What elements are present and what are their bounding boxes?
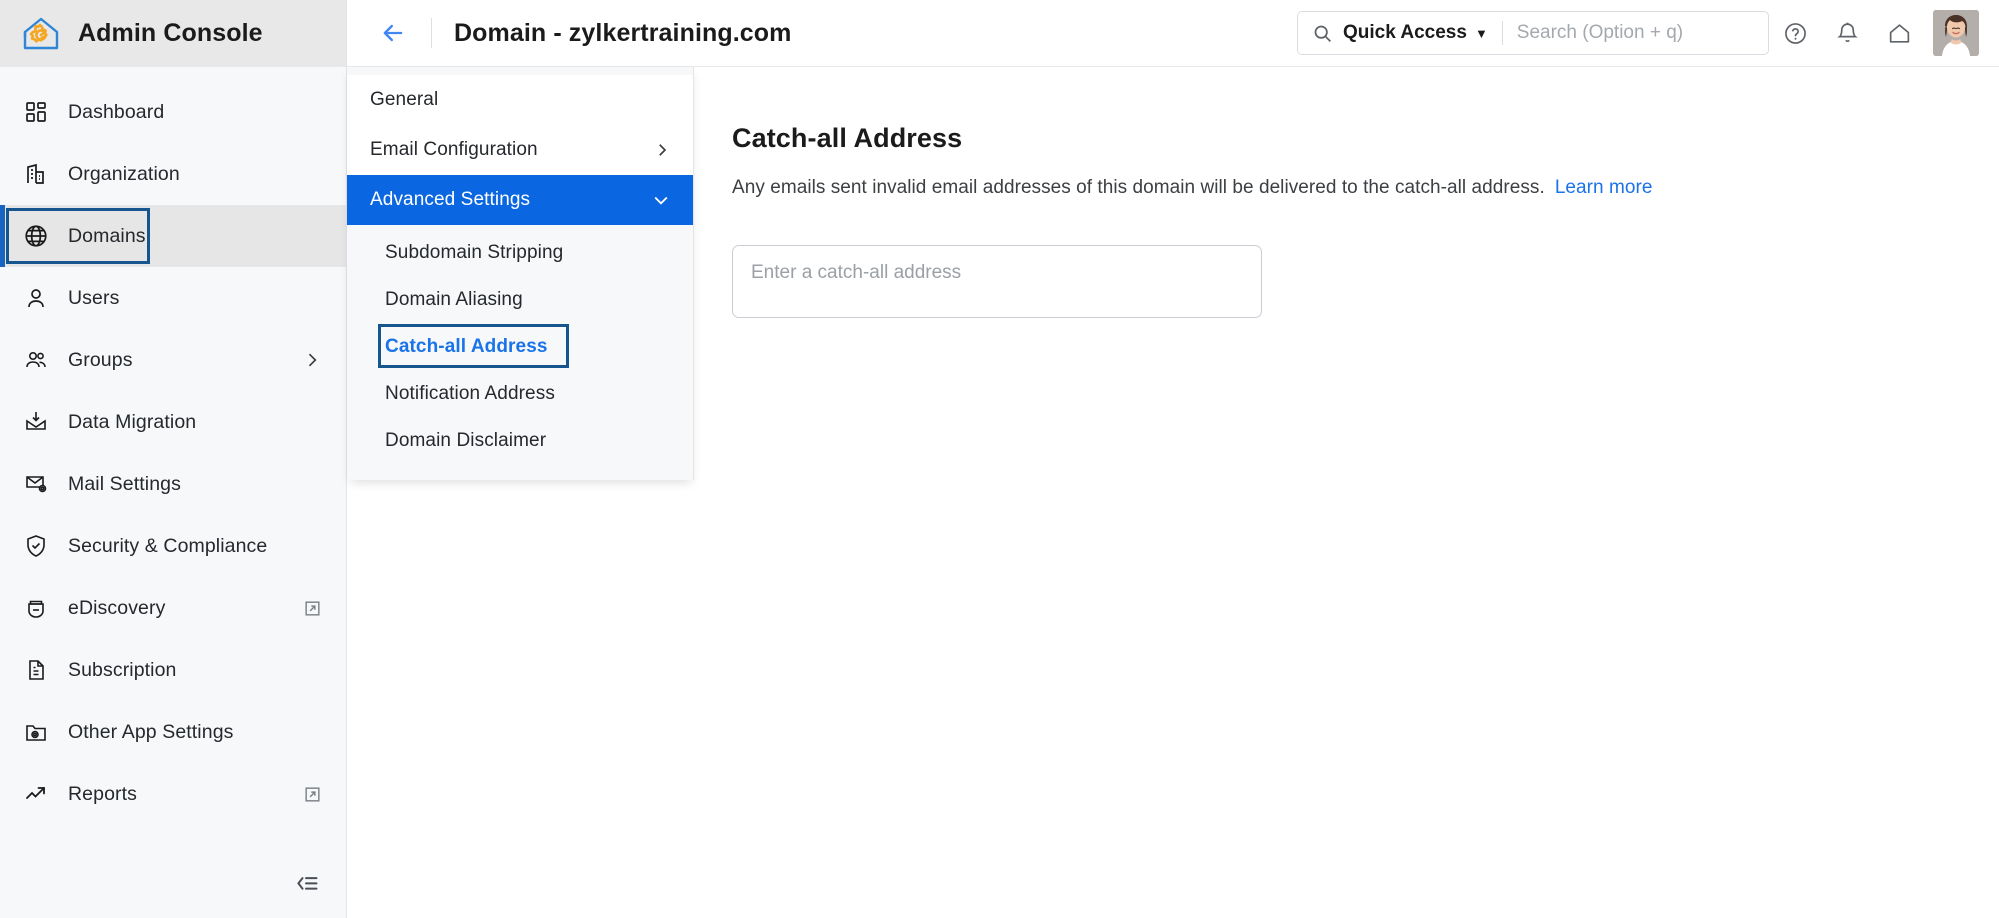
top-bar: Domain - zylkertraining.com Quick Access… <box>347 0 1999 67</box>
quick-access-label: Quick Access <box>1343 22 1467 43</box>
dashboard-grid-icon <box>22 98 50 126</box>
sidebar-item-users[interactable]: Users <box>0 267 346 329</box>
quick-access-dropdown[interactable]: Quick Access ▼ <box>1343 22 1488 44</box>
external-link-icon <box>303 785 322 804</box>
house-gear-logo-icon <box>20 13 62 55</box>
submenu-child-label: Notification Address <box>385 382 555 404</box>
sidebar-nav: Dashboard Organization Domains Users Gro… <box>0 67 346 850</box>
folder-gear-icon <box>22 718 50 746</box>
submenu-child-label: Domain Aliasing <box>385 288 523 310</box>
submenu-child-notification-address[interactable]: Notification Address <box>347 370 693 417</box>
building-icon <box>22 160 50 188</box>
sidebar-item-mail-settings[interactable]: Mail Settings <box>0 453 346 515</box>
search-icon <box>1312 23 1333 44</box>
inbox-download-icon <box>22 408 50 436</box>
submenu-item-label: General <box>370 89 439 110</box>
submenu-item-label: Advanced Settings <box>370 189 531 210</box>
submenu-child-domain-disclaimer[interactable]: Domain Disclaimer <box>347 417 693 464</box>
back-arrow-icon[interactable] <box>373 13 413 53</box>
sidebar-item-security-compliance[interactable]: Security & Compliance <box>0 515 346 577</box>
submenu-item-email-configuration[interactable]: Email Configuration <box>347 125 693 175</box>
sidebar-item-label: Dashboard <box>68 100 165 123</box>
mail-gear-icon <box>22 470 50 498</box>
sidebar-collapse-row <box>0 850 346 918</box>
submenu-child-catch-all-address[interactable]: Catch-all Address <box>347 323 693 370</box>
sidebar-item-dashboard[interactable]: Dashboard <box>0 81 346 143</box>
submenu-item-general[interactable]: General <box>347 75 693 125</box>
chevron-down-icon <box>651 190 671 210</box>
sidebar-item-domains[interactable]: Domains <box>0 205 346 267</box>
shield-check-icon <box>22 532 50 560</box>
external-link-icon <box>303 599 322 618</box>
section-heading: Catch-all Address <box>732 123 963 153</box>
sidebar-item-label: Users <box>68 286 120 309</box>
home-icon[interactable] <box>1873 7 1925 59</box>
admin-console-app: Admin Console Dashboard Organization Dom… <box>0 0 1999 918</box>
trend-arrow-icon <box>22 780 50 808</box>
sidebar-item-label: Security & Compliance <box>68 534 268 557</box>
submenu-item-advanced-settings[interactable]: Advanced Settings <box>347 175 693 225</box>
sidebar-item-label: Mail Settings <box>68 472 181 495</box>
brand-header: Admin Console <box>0 0 346 67</box>
sidebar-item-data-migration[interactable]: Data Migration <box>0 391 346 453</box>
submenu-child-subdomain-stripping[interactable]: Subdomain Stripping <box>347 229 693 276</box>
chevron-right-icon <box>653 141 671 159</box>
search-divider <box>1501 21 1503 45</box>
sidebar-item-label: Subscription <box>68 658 177 681</box>
learn-more-link[interactable]: Learn more <box>1555 177 1653 198</box>
help-circle-icon[interactable] <box>1769 7 1821 59</box>
invoice-icon <box>22 656 50 684</box>
page-title: Domain - zylkertraining.com <box>454 18 792 47</box>
sidebar-item-organization[interactable]: Organization <box>0 143 346 205</box>
submenu-child-label: Domain Disclaimer <box>385 429 547 451</box>
sidebar-item-label: Data Migration <box>68 410 197 433</box>
submenu-item-label: Email Configuration <box>370 139 538 160</box>
sidebar-item-reports[interactable]: Reports <box>0 763 346 825</box>
advanced-settings-children: Subdomain Stripping Domain Aliasing Catc… <box>347 225 693 464</box>
sidebar-item-ediscovery[interactable]: eDiscovery <box>0 577 346 639</box>
sidebar-item-label: eDiscovery <box>68 596 166 619</box>
sidebar-item-label: Groups <box>68 348 133 371</box>
chevron-down-icon: ▼ <box>1474 25 1488 41</box>
primary-sidebar: Admin Console Dashboard Organization Dom… <box>0 0 347 918</box>
bell-icon[interactable] <box>1821 7 1873 59</box>
header-divider <box>431 18 432 48</box>
search-input[interactable] <box>1516 22 1754 44</box>
sidebar-item-label: Reports <box>68 782 137 805</box>
ediscovery-icon <box>22 594 50 622</box>
section-description: Any emails sent invalid email addresses … <box>732 177 1999 199</box>
globe-icon <box>22 222 50 250</box>
submenu-child-label: Catch-all Address <box>385 335 548 357</box>
sidebar-item-label: Domains <box>68 224 146 247</box>
sidebar-item-other-app-settings[interactable]: Other App Settings <box>0 701 346 763</box>
domain-settings-submenu: General Email Configuration Advanced Set… <box>347 67 694 480</box>
catch-all-address-input[interactable] <box>732 245 1262 318</box>
submenu-child-domain-aliasing[interactable]: Domain Aliasing <box>347 276 693 323</box>
user-icon <box>22 284 50 312</box>
chevron-right-icon <box>302 350 322 370</box>
sidebar-item-subscription[interactable]: Subscription <box>0 639 346 701</box>
description-text: Any emails sent invalid email addresses … <box>732 177 1545 198</box>
global-search-bar[interactable]: Quick Access ▼ <box>1297 11 1769 55</box>
sidebar-item-label: Organization <box>68 162 180 185</box>
users-group-icon <box>22 346 50 374</box>
brand-title: Admin Console <box>78 19 263 47</box>
submenu-child-label: Subdomain Stripping <box>385 241 564 263</box>
collapse-menu-icon[interactable] <box>292 870 320 898</box>
top-bar-actions: Quick Access ▼ <box>1297 7 1979 59</box>
sidebar-item-groups[interactable]: Groups <box>0 329 346 391</box>
sidebar-item-label: Other App Settings <box>68 720 234 743</box>
user-avatar[interactable] <box>1933 10 1979 56</box>
